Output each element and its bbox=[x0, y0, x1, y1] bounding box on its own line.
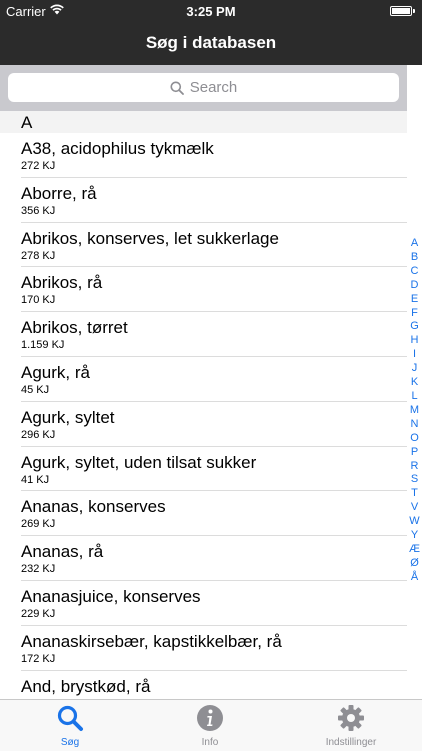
status-bar: Carrier 3:25 PM bbox=[0, 0, 422, 22]
tab-settings[interactable]: Indstillinger bbox=[316, 704, 386, 748]
index-letter[interactable]: M bbox=[410, 404, 419, 418]
item-energy: 172 KJ bbox=[21, 652, 56, 665]
index-letter[interactable]: Y bbox=[411, 529, 418, 543]
item-energy: 232 KJ bbox=[21, 563, 56, 576]
item-name: Abrikos, konserves, let sukkerlage bbox=[21, 228, 279, 248]
index-letter[interactable]: P bbox=[411, 446, 418, 460]
item-energy: 272 KJ bbox=[21, 160, 56, 172]
index-letter[interactable]: V bbox=[411, 501, 418, 515]
index-letter[interactable]: O bbox=[410, 432, 419, 446]
index-letter[interactable]: T bbox=[411, 487, 418, 501]
list-item[interactable]: Ananasjuice, konserves 229 KJ bbox=[21, 581, 407, 626]
list-item[interactable]: Ananaskirsebær, kapstikkelbær, rå 172 KJ bbox=[21, 626, 407, 671]
tab-bar: Søg Info Indstillinger bbox=[0, 699, 422, 751]
item-energy: 269 KJ bbox=[21, 518, 56, 531]
clock: 3:25 PM bbox=[186, 4, 236, 19]
item-name: Abrikos, rå bbox=[21, 273, 103, 293]
index-letter[interactable]: N bbox=[411, 418, 419, 432]
index-letter[interactable]: D bbox=[411, 279, 419, 293]
list-item[interactable]: Abrikos, rå 170 KJ bbox=[21, 267, 407, 313]
item-energy: 229 KJ bbox=[21, 607, 56, 620]
search-icon bbox=[170, 81, 184, 95]
info-icon bbox=[197, 705, 223, 731]
index-letter[interactable]: Å bbox=[411, 571, 418, 585]
tab-label: Info bbox=[201, 737, 219, 748]
index-letter[interactable]: S bbox=[411, 473, 418, 487]
tab-info[interactable]: Info bbox=[180, 704, 240, 748]
search-icon bbox=[57, 705, 83, 731]
index-letter[interactable]: F bbox=[411, 307, 418, 321]
tab-label: Søg bbox=[60, 737, 80, 748]
item-name: Abrikos, tørret bbox=[21, 318, 128, 338]
item-energy: 170 KJ bbox=[21, 294, 56, 307]
index-letter[interactable]: Æ bbox=[409, 543, 420, 557]
index-letter[interactable]: J bbox=[412, 362, 418, 376]
tab-label: Indstillinger bbox=[325, 737, 377, 748]
item-energy: 41 KJ bbox=[21, 473, 50, 486]
item-energy: 1.159 KJ bbox=[21, 339, 65, 352]
list-item[interactable]: Ananas, rå 232 KJ bbox=[21, 536, 407, 581]
index-letter[interactable]: I bbox=[413, 348, 416, 362]
search-placeholder: Search bbox=[189, 79, 238, 96]
item-name: Ananaskirsebær, kapstikkelbær, rå bbox=[21, 631, 282, 651]
item-energy: 296 KJ bbox=[21, 428, 56, 441]
list-item[interactable]: Abrikos, konserves, let sukkerlage 278 KJ bbox=[21, 223, 407, 268]
list-item[interactable]: Abrikos, tørret 1.159 KJ bbox=[21, 312, 407, 357]
item-name: Aborre, rå bbox=[21, 183, 97, 203]
index-letter[interactable]: H bbox=[411, 334, 419, 348]
item-energy: 45 KJ bbox=[21, 383, 50, 396]
item-name: Agurk, rå bbox=[21, 362, 90, 382]
index-letter[interactable]: W bbox=[409, 515, 419, 529]
index-letter[interactable]: C bbox=[411, 265, 419, 279]
index-letter[interactable]: K bbox=[411, 376, 418, 390]
item-energy: 356 KJ bbox=[21, 204, 56, 217]
item-name: A38, acidophilus tykmælk bbox=[21, 139, 214, 158]
item-name: Ananas, konserves bbox=[21, 497, 166, 517]
tab-search[interactable]: Søg bbox=[40, 704, 100, 748]
list-item[interactable]: Aborre, rå 356 KJ bbox=[21, 178, 407, 223]
section-index[interactable]: A B C D E F G H I J K L M N O P R S T V … bbox=[407, 237, 422, 585]
item-name: Ananas, rå bbox=[21, 542, 104, 562]
list-item[interactable]: A38, acidophilus tykmælk 272 KJ bbox=[21, 133, 407, 178]
search-input[interactable]: Search bbox=[8, 73, 399, 102]
section-header: A bbox=[0, 111, 407, 133]
item-energy: 278 KJ bbox=[21, 249, 56, 262]
page-title: Søg i databasen bbox=[145, 33, 277, 52]
index-letter[interactable]: B bbox=[411, 251, 418, 265]
list-item[interactable]: Ananas, konserves 269 KJ bbox=[21, 491, 407, 537]
list-item[interactable]: Agurk, syltet 296 KJ bbox=[21, 402, 407, 447]
item-name: And, brystkød, rå bbox=[21, 676, 151, 696]
list-item[interactable]: Agurk, syltet, uden tilsat sukker 41 KJ bbox=[21, 447, 407, 492]
index-letter[interactable]: R bbox=[411, 460, 419, 474]
gear-icon bbox=[338, 705, 364, 731]
index-letter[interactable]: G bbox=[410, 320, 419, 334]
item-name: Ananasjuice, konserves bbox=[21, 586, 201, 606]
section-header-label: A bbox=[21, 113, 33, 132]
item-name: Agurk, syltet bbox=[21, 407, 115, 427]
index-letter[interactable]: A bbox=[411, 237, 418, 251]
index-letter[interactable]: Ø bbox=[410, 557, 419, 571]
index-letter[interactable]: E bbox=[411, 293, 418, 307]
item-name: Agurk, syltet, uden tilsat sukker bbox=[21, 452, 257, 472]
index-letter[interactable]: L bbox=[411, 390, 417, 404]
search-bar: Search bbox=[0, 65, 407, 111]
food-list: A38, acidophilus tykmælk 272 KJ Aborre, r… bbox=[0, 133, 407, 716]
list-item[interactable]: Agurk, rå 45 KJ bbox=[21, 357, 407, 402]
navigation-bar: Carrier 3:25 PM Søg i databasen bbox=[0, 0, 422, 65]
battery-icon bbox=[390, 6, 415, 16]
